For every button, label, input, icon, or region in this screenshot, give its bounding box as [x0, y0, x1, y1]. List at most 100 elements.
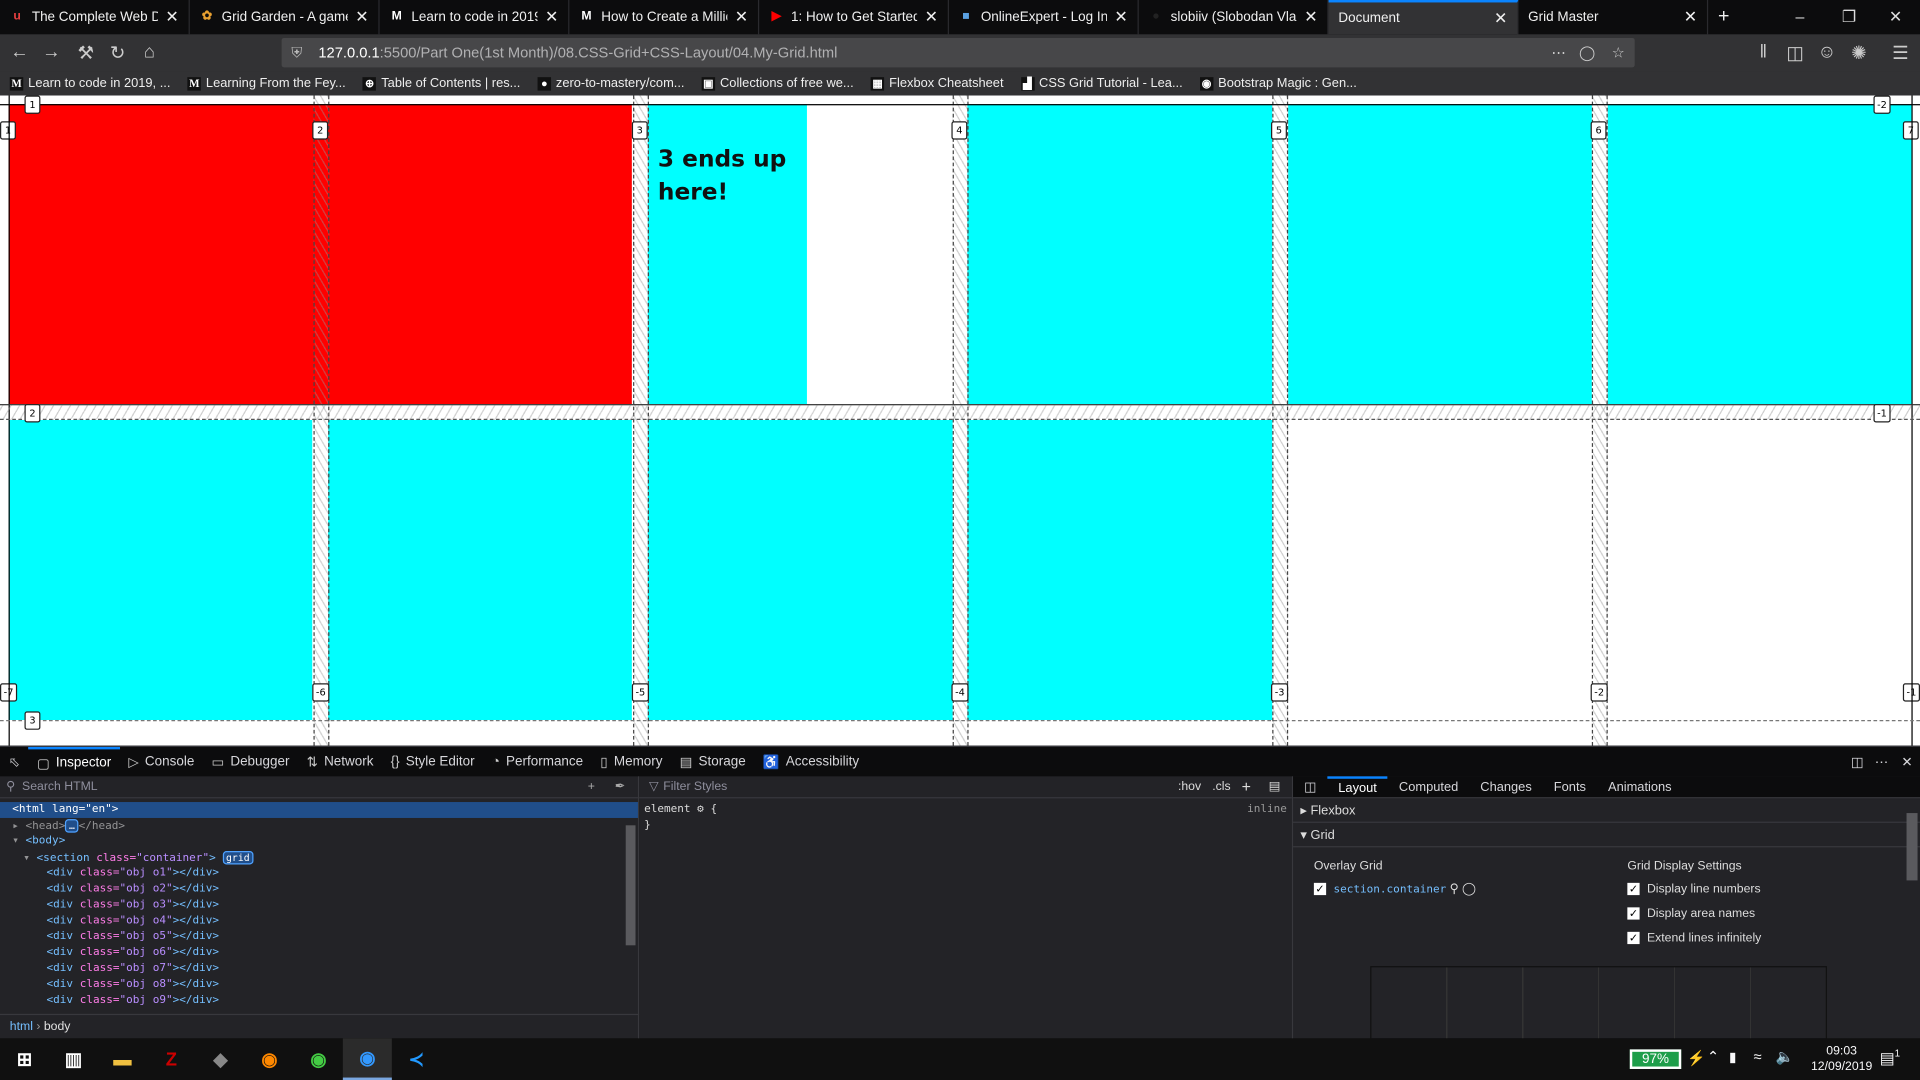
sidebar-tab-changes[interactable]: Changes	[1469, 779, 1543, 794]
tray-chevron-icon[interactable]: ⌃	[1707, 1048, 1719, 1065]
devtools-tab-storage[interactable]: ▤ Storage	[671, 746, 754, 777]
firefox-dev-icon[interactable]: ◉	[342, 1038, 392, 1080]
wifi-icon[interactable]: ≈	[1753, 1048, 1761, 1065]
markup-div-node[interactable]: <div class="obj o2"></div>	[0, 882, 638, 898]
library-icon[interactable]: ‖	[1751, 42, 1775, 63]
account-icon[interactable]: ☺	[1815, 42, 1839, 63]
battery-indicator[interactable]: 97%	[1629, 1049, 1682, 1069]
collapse-icon[interactable]: ▾	[23, 852, 36, 864]
devtools-tab-inspector[interactable]: ▢ Inspector	[28, 746, 120, 777]
tab-7[interactable]: ● slobiiv (Slobodan Vlaic) ✕	[1139, 0, 1329, 35]
battery-icon[interactable]: ▮	[1729, 1049, 1736, 1066]
markup-div-node[interactable]: <div class="obj o1"></div>	[0, 866, 638, 882]
markup-div-node[interactable]: <div class="obj o8"></div>	[0, 977, 638, 993]
minimize-button[interactable]: –	[1776, 0, 1825, 34]
close-tab-icon[interactable]: ✕	[165, 7, 178, 27]
sidebar-tab-layout[interactable]: Layout	[1327, 775, 1388, 798]
close-tab-icon[interactable]: ✕	[925, 7, 938, 27]
print-simulation-icon[interactable]: ▤	[1269, 780, 1281, 793]
markup-div-node[interactable]: <div class="obj o5"></div>	[0, 929, 638, 945]
pick-element-icon[interactable]: ⬁	[0, 746, 28, 777]
bookmark-item[interactable]: ▟ CSS Grid Tutorial - Lea...	[1020, 76, 1183, 91]
bookmark-item[interactable]: ▣ Collections of free we...	[701, 76, 854, 91]
breadcrumb-body[interactable]: body	[44, 1020, 71, 1033]
devtools-tab-memory[interactable]: ▯ Memory	[592, 746, 671, 777]
markup-section-node[interactable]: ▾ <section class="container"> grid	[0, 850, 638, 866]
grid-setting-option[interactable]: ✓ Extend lines infinitely	[1627, 932, 1761, 945]
toggle-sidebar-icon[interactable]: ◫	[1293, 779, 1327, 794]
task-view-icon[interactable]: ▥	[49, 1038, 98, 1080]
search-html-input[interactable]: ⚲ Search HTML + ✒	[0, 776, 638, 799]
devtools-tab-accessibility[interactable]: ♿ Accessibility	[754, 746, 867, 777]
markup-div-node[interactable]: <div class="obj o3"></div>	[0, 898, 638, 914]
bookmark-item[interactable]: ⊕ Table of Contents | res...	[362, 76, 520, 91]
cls-toggle[interactable]: .cls	[1212, 780, 1230, 793]
dock-icon[interactable]: ◫	[1851, 754, 1864, 770]
grid-setting-option[interactable]: ✓ Display area names	[1627, 907, 1761, 921]
windows-start-icon[interactable]: ⊞	[0, 1038, 49, 1080]
url-bar[interactable]: ⛨ 127.0.0.1:5500/Part One(1st Month)/08.…	[281, 37, 1635, 68]
back-button[interactable]: ←	[7, 42, 31, 63]
grid-badge[interactable]: grid	[222, 851, 254, 865]
markup-html-node[interactable]: <html lang="en">	[0, 802, 638, 818]
eyedropper-icon[interactable]: ✒	[615, 776, 625, 798]
layout-scrollbar[interactable]	[1906, 813, 1918, 881]
bookmark-item[interactable]: M Learning From the Fey...	[187, 76, 346, 91]
grid-color-swatch[interactable]: ◯	[1462, 883, 1476, 896]
filter-styles-input[interactable]: ▽ Filter Styles :hov .cls + ▤	[639, 776, 1292, 799]
markup-div-node[interactable]: <div class="obj o4"></div>	[0, 913, 638, 929]
devtools-tab-network[interactable]: ⇅ Network	[298, 746, 382, 777]
new-tab-button[interactable]: +	[1708, 0, 1745, 34]
devtools-menu-icon[interactable]: ⋯	[1875, 754, 1888, 770]
setting-checkbox[interactable]: ✓	[1627, 932, 1640, 945]
collapse-icon[interactable]: ▾	[12, 835, 25, 847]
clock[interactable]: 09:03 12/09/2019	[1805, 1043, 1878, 1075]
overlay-grid-item[interactable]: ✓ section.container ⚲ ◯	[1313, 883, 1476, 896]
tab-5[interactable]: ▶ 1: How to Get Started Wi ✕	[759, 0, 949, 35]
volume-icon[interactable]: 🔈	[1776, 1048, 1794, 1065]
devtools-tab-debugger[interactable]: ▭ Debugger	[203, 746, 298, 777]
add-rule-icon[interactable]: +	[1242, 778, 1251, 796]
close-tab-icon[interactable]: ✕	[1304, 7, 1317, 27]
markup-scrollbar[interactable]	[625, 825, 636, 946]
markup-div-node[interactable]: <div class="obj o9"></div>	[0, 993, 638, 1009]
close-tab-icon[interactable]: ✕	[545, 7, 558, 27]
sidebar-tab-computed[interactable]: Computed	[1388, 779, 1469, 794]
bookmark-item[interactable]: M Learn to code in 2019, ...	[9, 76, 171, 91]
markup-head-node[interactable]: ▸ <head>… </head>	[0, 818, 638, 834]
chrome-icon[interactable]: ◉	[294, 1038, 343, 1080]
menu-icon[interactable]: ☰	[1888, 42, 1912, 64]
git-icon[interactable]: ◆	[196, 1038, 245, 1080]
tab-2[interactable]: ✿ Grid Garden - A game fo ✕	[190, 0, 380, 35]
tab-6[interactable]: ■ OnlineExpert - Log In ✕	[949, 0, 1139, 35]
breadcrumb-html[interactable]: html	[10, 1020, 33, 1033]
setting-checkbox[interactable]: ✓	[1627, 907, 1640, 921]
close-tab-icon[interactable]: ✕	[355, 7, 368, 27]
devtools-tab-console[interactable]: ▷ Console	[120, 746, 203, 777]
file-explorer-icon[interactable]: ▬	[98, 1038, 147, 1080]
markup-div-node[interactable]: <div class="obj o7"></div>	[0, 961, 638, 977]
vscode-icon[interactable]: ≺	[392, 1038, 441, 1080]
filezilla-icon[interactable]: Z	[147, 1038, 196, 1080]
add-node-icon[interactable]: +	[588, 776, 595, 798]
close-tab-icon[interactable]: ✕	[1114, 7, 1127, 27]
tab-4[interactable]: M How to Create a Million- ✕	[569, 0, 760, 35]
setting-checkbox[interactable]: ✓	[1627, 883, 1640, 896]
home-button[interactable]: ⌂	[137, 42, 161, 63]
bookmark-item[interactable]: ▦ Flexbox Cheatsheet	[870, 76, 1004, 91]
expand-icon[interactable]: ▸	[12, 820, 25, 832]
flexbox-section[interactable]: ▸ Flexbox	[1293, 798, 1920, 823]
tab-1[interactable]: u The Complete Web Deve ✕	[0, 0, 190, 35]
highlight-node-icon[interactable]: ⚲	[1450, 883, 1459, 896]
bookmark-item[interactable]: ● zero-to-mastery/com...	[537, 76, 685, 91]
close-tab-icon[interactable]: ✕	[1684, 7, 1697, 27]
more-icon[interactable]: ⋯	[1551, 44, 1566, 61]
grid-section[interactable]: ▾ Grid	[1293, 823, 1920, 848]
grid-setting-option[interactable]: ✓ Display line numbers	[1627, 883, 1761, 896]
restore-button[interactable]: ❐	[1824, 0, 1873, 34]
overlay-checkbox[interactable]: ✓	[1313, 883, 1327, 896]
bookmark-star-icon[interactable]: ☆	[1612, 44, 1625, 61]
gear-icon[interactable]: ⚙	[697, 803, 704, 815]
hov-toggle[interactable]: :hov	[1178, 780, 1201, 793]
sidebar-tab-fonts[interactable]: Fonts	[1543, 779, 1597, 794]
